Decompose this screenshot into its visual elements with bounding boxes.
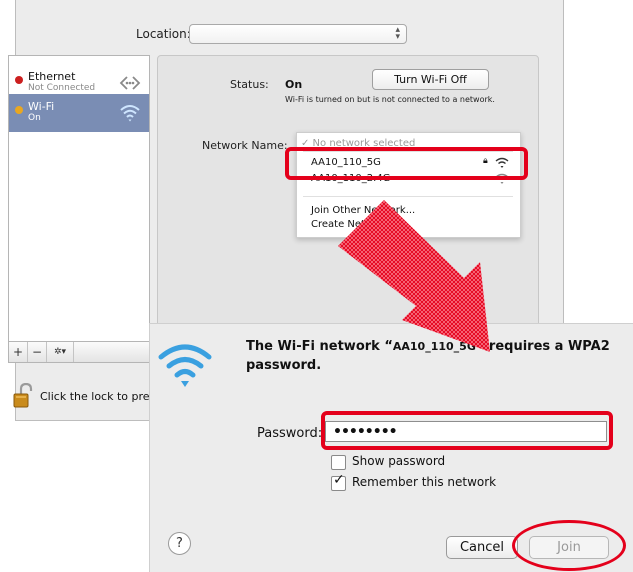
remove-service-button[interactable]: − [28,342,47,362]
location-select[interactable]: ▴ ▾ [189,24,407,44]
updown-chevron-icon: ▴ ▾ [395,25,400,42]
ethernet-arrows-icon [119,76,141,90]
service-name: Wi-Fi [28,100,55,113]
location-label: Location: [136,27,191,41]
cancel-button[interactable]: Cancel [446,536,518,559]
network-highlight-box [285,147,528,180]
wifi-icon [158,344,212,387]
network-name-label: Network Name: [202,139,288,152]
service-status: On [28,113,41,123]
service-status: Not Connected [28,83,96,93]
status-description: Wi-Fi is turned on but is not connected … [285,95,495,104]
action-gear-button[interactable]: ✲▾ [47,342,74,362]
service-list-toolbar: + − ✲▾ [8,342,150,363]
checkbox-box [331,455,346,470]
lock-icon[interactable] [12,383,36,409]
join-highlight-circle [512,520,626,571]
add-service-button[interactable]: + [9,342,28,362]
service-name: Ethernet [28,70,76,83]
service-list: Ethernet Not Connected Wi-Fi On [8,55,150,342]
service-item-wifi[interactable]: Wi-Fi On [9,94,149,132]
show-password-checkbox[interactable]: Show password [331,454,531,470]
status-value: On [285,78,303,91]
wifi-icon [120,105,140,122]
status-dot [15,106,23,114]
instruction-arrow-icon [338,200,490,352]
show-password-label: Show password [352,454,446,468]
status-dot [15,76,23,84]
password-highlight-box [321,411,613,450]
help-button[interactable]: ? [168,532,191,555]
password-label: Password: [257,426,323,441]
remember-network-checkbox[interactable]: ✓ Remember this network [331,472,551,491]
turn-wifi-off-button[interactable]: Turn Wi-Fi Off [372,69,489,90]
lock-hint-text: Click the lock to prev [40,390,157,403]
status-label: Status: [230,78,269,91]
checkmark-icon: ✓ [333,472,345,488]
remember-network-label: Remember this network [352,475,497,489]
